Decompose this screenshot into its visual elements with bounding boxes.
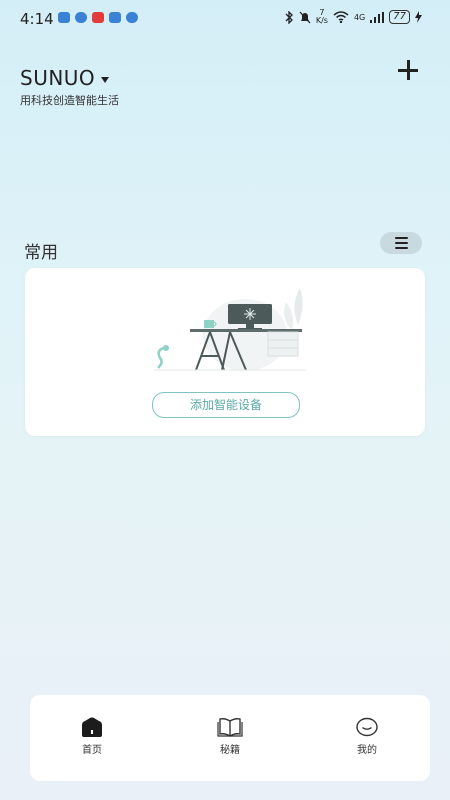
tab-mine[interactable]: 我的 [337, 717, 397, 756]
signal-icon [370, 11, 385, 23]
mail-icon [58, 12, 70, 23]
home-icon [82, 717, 102, 737]
charging-icon [415, 11, 422, 23]
menu-line [394, 247, 408, 249]
video-icon [92, 12, 104, 23]
network-speed: 7 K/s [316, 9, 328, 25]
status-bar: 4:14 7 K/s 4G 77 [0, 0, 450, 34]
music-icon [126, 12, 138, 23]
bottom-tab-bar: 首页 秘籍 我的 [30, 695, 430, 781]
tab-mine-label: 我的 [357, 745, 377, 756]
add-device-button[interactable]: 添加智能设备 [152, 392, 300, 418]
tab-home-label: 首页 [82, 745, 102, 756]
tab-tips[interactable]: 秘籍 [200, 717, 260, 756]
add-button[interactable] [396, 58, 420, 82]
brand-name: SUNUO [20, 66, 96, 90]
home-selector[interactable]: SUNUO [20, 66, 110, 90]
network-type: 4G [353, 12, 366, 22]
speed-unit: K/s [315, 16, 328, 25]
bluetooth-icon [285, 10, 293, 24]
tab-tips-label: 秘籍 [220, 745, 240, 756]
wifi-icon [333, 11, 349, 23]
caret-down-icon [101, 76, 110, 83]
status-time: 4:14 [20, 10, 54, 28]
section-title: 常用 [24, 243, 58, 263]
notification-icons [58, 12, 138, 23]
smiley-icon [356, 717, 378, 737]
book-icon [217, 718, 243, 737]
menu-line [394, 242, 408, 244]
menu-line [394, 237, 408, 239]
slogan: 用科技创造智能生活 [20, 94, 119, 107]
device-card: 添加智能设备 [25, 268, 425, 436]
battery-indicator: 77 [389, 10, 410, 24]
empty-desk-illustration [154, 288, 306, 371]
cloud-icon [109, 12, 121, 23]
tab-home[interactable]: 首页 [62, 717, 122, 756]
message-icon [75, 12, 87, 23]
list-menu-button[interactable] [380, 232, 422, 254]
mute-bell-icon [299, 11, 311, 23]
status-right: 7 K/s 4G 77 [285, 9, 422, 25]
